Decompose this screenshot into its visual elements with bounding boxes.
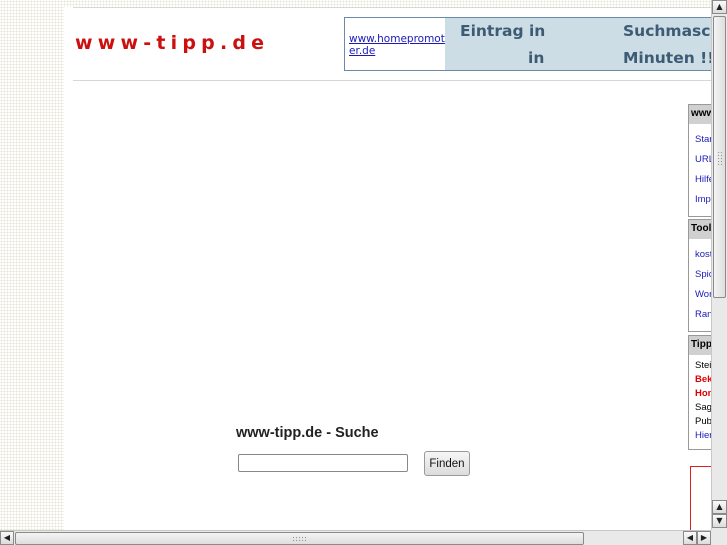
ad-banner[interactable]: www.homepromoter.de Eintrag in Suchmasch…: [344, 17, 727, 71]
horizontal-scroll-thumb[interactable]: [15, 532, 584, 545]
site-logo[interactable]: www-tipp.de: [75, 32, 269, 54]
banner-text-4: Minuten !!: [623, 49, 715, 67]
vertical-scroll-thumb[interactable]: [713, 16, 726, 298]
banner-link[interactable]: www.homepromoter.de: [349, 33, 445, 57]
dotted-top-band: [0, 0, 727, 7]
header-divider: [73, 80, 713, 81]
search-input[interactable]: [238, 454, 408, 472]
grip-icon: [717, 151, 723, 165]
vertical-scrollbar[interactable]: ▲ ▲ ▼: [711, 0, 727, 530]
search-button[interactable]: Finden: [424, 451, 470, 476]
scroll-left-icon[interactable]: ◀: [683, 531, 697, 545]
search-title: www-tipp.de - Suche: [236, 425, 379, 441]
scroll-right-icon[interactable]: ▶: [697, 531, 711, 545]
scroll-up-icon[interactable]: ▲: [712, 500, 727, 514]
banner-text-1: Eintrag in: [460, 22, 546, 40]
banner-link-box: www.homepromoter.de: [345, 18, 445, 70]
horizontal-scrollbar[interactable]: ◀ ◀ ▶: [0, 530, 711, 545]
header-top-line: [73, 7, 713, 8]
grip-icon: [292, 536, 308, 542]
scrollbar-corner: [711, 530, 727, 545]
scroll-left-icon[interactable]: ◀: [0, 531, 14, 545]
dotted-left-margin: [0, 0, 64, 545]
scroll-down-icon[interactable]: ▼: [712, 514, 727, 528]
banner-text-3: in: [528, 49, 545, 67]
banner-text-2: Suchmasch: [623, 22, 722, 40]
scroll-up-icon[interactable]: ▲: [712, 0, 727, 14]
